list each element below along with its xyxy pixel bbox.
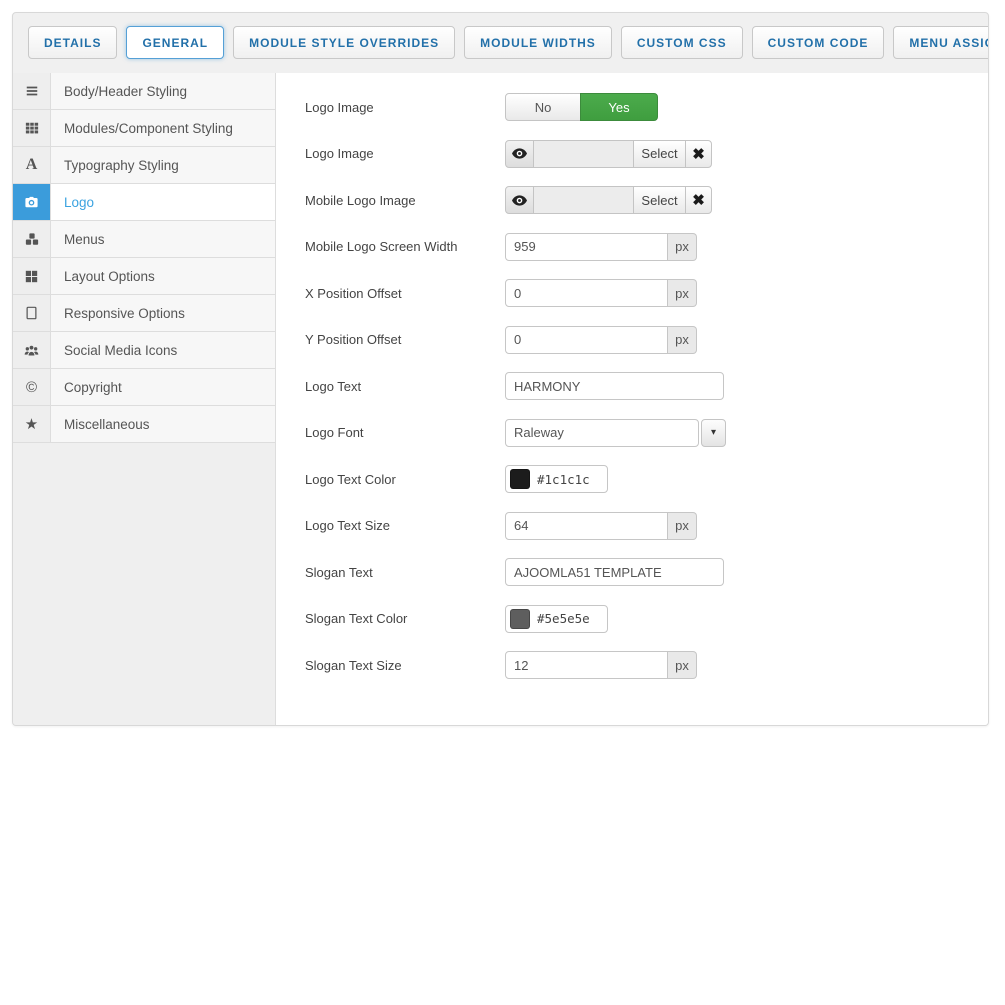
tab-custom-code[interactable]: CUSTOM CODE: [752, 26, 885, 59]
form-row: Mobile Logo Image Select ✖: [305, 186, 988, 214]
sidebar-item-modules-component-styling[interactable]: Modules/Component Styling: [13, 110, 275, 147]
sidebar-item-label: Copyright: [51, 369, 275, 405]
form-row: X Position Offset px: [305, 279, 988, 307]
color-hex-value: #1c1c1c: [537, 472, 590, 487]
font-icon: A: [13, 147, 51, 183]
logo-text-color-picker[interactable]: #1c1c1c: [505, 465, 608, 493]
field-label: Logo Text: [305, 379, 505, 394]
logo-text-input[interactable]: [505, 372, 724, 400]
sidebar-item-responsive-options[interactable]: Responsive Options: [13, 295, 275, 332]
logo-image-select-button[interactable]: Select: [633, 140, 686, 168]
sidebar-item-logo[interactable]: Logo: [13, 184, 275, 221]
logo-font-select[interactable]: [505, 419, 699, 447]
field-label: Slogan Text Color: [305, 611, 505, 626]
sidebar-item-label: Typography Styling: [51, 147, 275, 183]
field-label: Mobile Logo Screen Width: [305, 239, 505, 254]
form-row: Slogan Text: [305, 558, 988, 586]
field-label: Logo Text Size: [305, 518, 505, 533]
form-row: Slogan Text Size px: [305, 651, 988, 679]
form-row: Mobile Logo Screen Width px: [305, 233, 988, 261]
slogan-text-size-input[interactable]: [505, 651, 668, 679]
color-swatch: [510, 609, 530, 629]
form-row: Logo Text Size px: [305, 512, 988, 540]
field-label: Logo Image: [305, 100, 505, 115]
sidebar-item-label: Body/Header Styling: [51, 73, 275, 109]
logo-image-yes-button[interactable]: Yes: [580, 93, 658, 121]
px-unit-addon: px: [668, 651, 697, 679]
menu-bars-icon: [13, 73, 51, 109]
px-unit-addon: px: [668, 326, 697, 354]
sidebar-item-label: Modules/Component Styling: [51, 110, 275, 146]
tab-module-style-overrides[interactable]: MODULE STYLE OVERRIDES: [233, 26, 455, 59]
field-label: Logo Image: [305, 146, 505, 161]
layout-blocks-icon: [13, 258, 51, 294]
settings-sidebar: Body/Header Styling Modules/Component St…: [13, 73, 276, 726]
sidebar-item-label: Social Media Icons: [51, 332, 275, 368]
cubes-icon: [13, 221, 51, 257]
field-label: Logo Text Color: [305, 472, 505, 487]
mobile-logo-image-select-button[interactable]: Select: [633, 186, 686, 214]
star-icon: ★: [13, 406, 51, 442]
camera-icon: [13, 184, 51, 220]
tab-module-widths[interactable]: MODULE WIDTHS: [464, 26, 612, 59]
tab-custom-css[interactable]: CUSTOM CSS: [621, 26, 743, 59]
device-outline-icon: [13, 295, 51, 331]
sidebar-item-copyright[interactable]: © Copyright: [13, 369, 275, 406]
form-row: Logo Text Color #1c1c1c: [305, 465, 988, 493]
field-label: X Position Offset: [305, 286, 505, 301]
sidebar-item-label: Menus: [51, 221, 275, 257]
form-row: Logo Font ▾: [305, 419, 988, 447]
mobile-logo-screen-width-input[interactable]: [505, 233, 668, 261]
sidebar-item-layout-options[interactable]: Layout Options: [13, 258, 275, 295]
field-label: Logo Font: [305, 425, 505, 440]
field-label: Slogan Text Size: [305, 658, 505, 673]
mobile-logo-image-path-field[interactable]: [534, 186, 634, 214]
sidebar-item-social-media-icons[interactable]: Social Media Icons: [13, 332, 275, 369]
clear-icon[interactable]: ✖: [685, 186, 712, 214]
field-label: Slogan Text: [305, 565, 505, 580]
preview-button[interactable]: [505, 140, 534, 168]
form-row: Logo Image Select ✖: [305, 140, 988, 168]
logo-text-size-input[interactable]: [505, 512, 668, 540]
copyright-icon: ©: [13, 369, 51, 405]
sidebar-item-label: Logo: [51, 184, 275, 220]
tab-menu-assignment[interactable]: MENU ASSIGNMENT: [893, 26, 989, 59]
color-swatch: [510, 469, 530, 489]
form-row: Y Position Offset px: [305, 326, 988, 354]
form-row: Slogan Text Color #5e5e5e: [305, 605, 988, 633]
users-icon: [13, 332, 51, 368]
y-position-offset-input[interactable]: [505, 326, 668, 354]
clear-icon[interactable]: ✖: [685, 140, 712, 168]
eye-icon: [512, 195, 527, 206]
field-label: Mobile Logo Image: [305, 193, 505, 208]
tab-general[interactable]: GENERAL: [126, 26, 224, 59]
logo-image-no-button[interactable]: No: [505, 93, 581, 121]
sidebar-item-miscellaneous[interactable]: ★ Miscellaneous: [13, 406, 275, 443]
form-row: Logo Text: [305, 372, 988, 400]
px-unit-addon: px: [668, 512, 697, 540]
form-row: Logo Image No Yes: [305, 93, 988, 121]
sidebar-item-label: Miscellaneous: [51, 406, 275, 442]
tab-details[interactable]: DETAILS: [28, 26, 117, 59]
tab-bar: DETAILS GENERAL MODULE STYLE OVERRIDES M…: [13, 13, 988, 73]
slogan-text-input[interactable]: [505, 558, 724, 586]
preview-button[interactable]: [505, 186, 534, 214]
eye-icon: [512, 148, 527, 159]
x-position-offset-input[interactable]: [505, 279, 668, 307]
sidebar-item-body-header-styling[interactable]: Body/Header Styling: [13, 73, 275, 110]
sidebar-item-typography-styling[interactable]: A Typography Styling: [13, 147, 275, 184]
chevron-down-icon[interactable]: ▾: [701, 419, 726, 447]
sidebar-item-menus[interactable]: Menus: [13, 221, 275, 258]
logo-image-path-field[interactable]: [534, 140, 634, 168]
sidebar-item-label: Responsive Options: [51, 295, 275, 331]
sidebar-item-label: Layout Options: [51, 258, 275, 294]
px-unit-addon: px: [668, 279, 697, 307]
px-unit-addon: px: [668, 233, 697, 261]
field-label: Y Position Offset: [305, 332, 505, 347]
grid-icon: [13, 110, 51, 146]
color-hex-value: #5e5e5e: [537, 611, 590, 626]
settings-panel: DETAILS GENERAL MODULE STYLE OVERRIDES M…: [12, 12, 989, 726]
slogan-text-color-picker[interactable]: #5e5e5e: [505, 605, 608, 633]
settings-form: Logo Image No Yes Logo Image Select ✖: [276, 73, 988, 726]
